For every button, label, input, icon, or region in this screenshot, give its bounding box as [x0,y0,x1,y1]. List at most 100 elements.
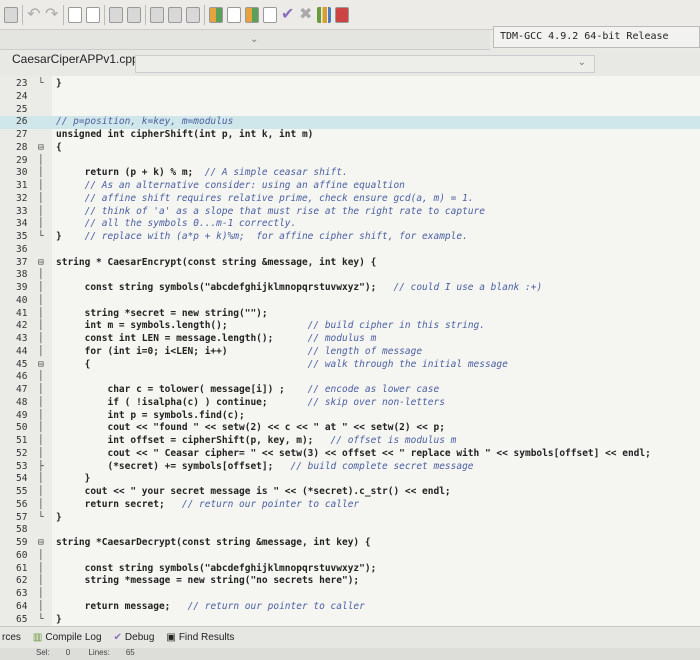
tab-debug[interactable]: ✔ Debug [114,632,155,643]
code-line[interactable]: 62 │ string *message = new string("no sec… [0,575,700,588]
fold-marker[interactable]: │ [38,282,52,295]
code-line[interactable]: 52 │ cout << " Ceasar cipher= " << setw(3… [0,448,700,461]
undo-icon[interactable]: ↶ [27,6,41,23]
bookmark-back-icon[interactable] [150,6,164,23]
profile-icon[interactable] [317,6,331,23]
code-editor[interactable]: 23 └} 24 25 26 // p=position, k=key, m=modulu… [0,76,700,626]
code-line[interactable]: 46 │ [0,371,700,384]
fold-marker[interactable]: └ [38,512,52,525]
bookmark-icon[interactable] [186,6,200,23]
code-line[interactable]: 48 │ if ( !isalpha(c) ) continue; // skip… [0,397,700,410]
syntax-check-icon[interactable]: ✔ [281,6,295,23]
code-line[interactable]: 36 [0,244,700,257]
code-line[interactable]: 47 │ char c = tolower( message[i]) ; // e… [0,384,700,397]
code-line[interactable]: 40 │ [0,295,700,308]
code-line[interactable]: 64 │ return message; // return our pointe… [0,601,700,614]
fold-marker[interactable]: ⊟ [38,142,52,155]
fold-marker[interactable]: │ [38,448,52,461]
fold-marker[interactable]: └ [38,231,52,244]
function-dropdown[interactable]: ⌄ [135,55,595,73]
fold-marker[interactable]: │ [38,333,52,346]
chevron-down-icon[interactable]: ⌄ [250,34,272,45]
fold-marker[interactable]: │ [38,295,52,308]
code-line[interactable]: 31 │ // As an alternative consider: using… [0,180,700,193]
fold-marker[interactable]: ⊟ [38,537,52,550]
code-line[interactable]: 53 ├ (*secret) += symbols[offset]; // bui… [0,461,700,474]
code-line[interactable]: 30 │ return (p + k) % m; // A simple ceas… [0,167,700,180]
code-line[interactable]: 49 │ int p = symbols.find(c); [0,410,700,423]
code-line[interactable]: 57 └} [0,512,700,525]
code-line[interactable]: 24 [0,91,700,104]
code-line[interactable]: 32 │ // affine shift requires relative pr… [0,193,700,206]
code-line[interactable]: 35 └} // replace with (a*p + k)%m; for af… [0,231,700,244]
code-line[interactable]: 45 ⊟ { // walk through the initial messag… [0,359,700,372]
fold-marker[interactable]: │ [38,308,52,321]
replace-icon[interactable] [86,6,100,23]
code-line[interactable]: 51 │ int offset = cipherShift(p, key, m);… [0,435,700,448]
compiler-select[interactable]: TDM-GCC 4.9.2 64-bit Release [493,26,700,48]
code-line[interactable]: 38 │ [0,269,700,282]
fold-marker[interactable]: │ [38,410,52,423]
fold-marker[interactable]: │ [38,588,52,601]
code-line[interactable]: 44 │ for (int i=0; i<LEN; i++) // length … [0,346,700,359]
fold-marker[interactable]: │ [38,206,52,219]
fold-marker[interactable]: │ [38,218,52,231]
stop-icon[interactable]: ✖ [299,6,313,23]
rebuild-icon[interactable] [263,6,277,23]
tab-compile-log[interactable]: ▥ Compile Log [33,632,102,643]
fold-marker[interactable]: │ [38,371,52,384]
code-line[interactable]: 42 │ int m = symbols.length(); // build c… [0,320,700,333]
fold-marker[interactable]: │ [38,167,52,180]
code-line[interactable]: 55 │ cout << " your secret message is " <… [0,486,700,499]
code-line[interactable]: 60 │ [0,550,700,563]
code-line[interactable]: 29 │ [0,155,700,168]
code-line[interactable]: 37 ⊟ string * CaesarEncrypt(const string &… [0,257,700,270]
code-line[interactable]: 26 // p=position, k=key, m=modulus [0,116,700,130]
fold-marker[interactable]: ├ [38,461,52,474]
fold-marker[interactable]: │ [38,320,52,333]
indent-icon[interactable] [109,6,123,23]
code-line[interactable]: 43 │ const int LEN = message.length(); //… [0,333,700,346]
print-icon[interactable] [4,6,18,23]
code-line[interactable]: 28 ⊟ { [0,142,700,155]
code-line[interactable]: 58 [0,524,700,537]
fold-marker[interactable]: │ [38,269,52,282]
compile-run-icon[interactable] [245,6,259,23]
tab-file[interactable]: CaesarCiperAPPv1.cpp [12,52,139,66]
fold-marker[interactable]: │ [38,499,52,512]
fold-marker[interactable]: ⊟ [38,257,52,270]
fold-marker[interactable]: │ [38,435,52,448]
run-icon[interactable] [227,6,241,23]
fold-marker[interactable]: │ [38,550,52,563]
code-line[interactable]: 61 │ const string symbols("abcdefghijklmn… [0,563,700,576]
bookmark-forward-icon[interactable] [168,6,182,23]
fold-marker[interactable]: │ [38,397,52,410]
fold-marker[interactable]: │ [38,384,52,397]
delete-profile-icon[interactable] [335,6,349,23]
code-line[interactable]: 34 │ // all the symbols 0...m-1 correctly… [0,218,700,231]
code-line[interactable]: 39 │ const string symbols("abcdefghijklmn… [0,282,700,295]
find-icon[interactable] [68,6,82,23]
code-line[interactable]: 56 │ return secret; // return our pointer… [0,499,700,512]
code-line[interactable]: 54 │ } [0,473,700,486]
code-line[interactable]: 23 └} [0,78,700,91]
fold-marker[interactable]: │ [38,563,52,576]
fold-marker[interactable]: │ [38,575,52,588]
code-line[interactable]: 27 unsigned int cipherShift(int p, int k,… [0,129,700,142]
fold-marker[interactable]: │ [38,180,52,193]
compile-icon[interactable] [209,6,223,23]
fold-marker[interactable]: │ [38,422,52,435]
tab-find-results[interactable]: ▣ Find Results [166,632,234,643]
unindent-icon[interactable] [127,6,141,23]
fold-marker[interactable]: │ [38,155,52,168]
fold-marker[interactable]: └ [38,78,52,91]
redo-icon[interactable]: ↷ [45,6,59,23]
code-line[interactable]: 63 │ [0,588,700,601]
fold-marker[interactable]: └ [38,614,52,627]
code-line[interactable]: 33 │ // think of 'a' as a slope that must… [0,206,700,219]
code-line[interactable]: 41 │ string *secret = new string(""); [0,308,700,321]
fold-marker[interactable]: │ [38,193,52,206]
fold-marker[interactable]: │ [38,346,52,359]
code-line[interactable]: 65 └} [0,614,700,627]
fold-marker[interactable]: │ [38,473,52,486]
